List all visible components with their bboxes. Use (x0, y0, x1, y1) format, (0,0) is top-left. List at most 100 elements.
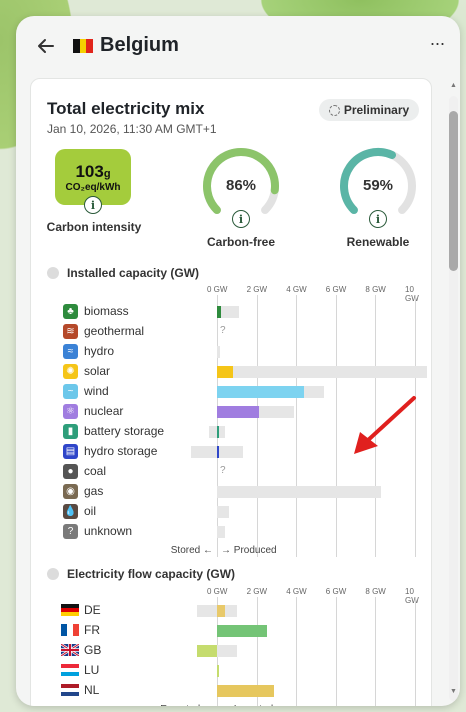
production-bar[interactable] (217, 426, 219, 438)
renewable-value: 59% (362, 177, 394, 194)
capacity-bar[interactable] (217, 486, 382, 498)
production-bar[interactable] (217, 366, 233, 378)
country-label: DE (84, 603, 101, 617)
unknown-icon: ? (63, 524, 78, 539)
flow-bar[interactable] (197, 645, 217, 657)
flag-lu-icon (61, 664, 79, 676)
grid-line (256, 295, 258, 557)
capacity-bar[interactable] (217, 366, 427, 378)
scroll-up-icon[interactable]: ▲ (450, 82, 457, 89)
source-label: biomass (84, 304, 129, 318)
tick-label: 0 GW (207, 285, 228, 294)
produced-legend: → Produced (221, 545, 277, 556)
tick-label: 10 GW (405, 587, 419, 605)
flow-capacity-title: Electricity flow capacity (GW) (67, 567, 236, 581)
exported-legend: Exported ← (141, 704, 213, 706)
capacity-bar[interactable] (217, 346, 220, 358)
zone-details-panel: Belgium ··· Total electricity mix Jan 10… (16, 16, 460, 706)
country-label: FR (84, 623, 100, 637)
grid-line (375, 597, 377, 706)
page-title: Belgium (100, 34, 179, 56)
carbon-free-value: 86% (225, 177, 257, 194)
unknown-value-marker: ? (220, 325, 226, 336)
biomass-icon: ♣ (63, 304, 78, 319)
country-label: NL (84, 683, 100, 697)
source-label: hydro storage (84, 444, 158, 458)
flow-bar[interactable] (217, 605, 225, 617)
tick-label: 4 GW (286, 587, 307, 596)
capacity-bar[interactable] (217, 526, 225, 538)
flag-be-icon (73, 39, 94, 53)
imported-legend: → Imported (221, 704, 273, 706)
installed-capacity-title: Installed capacity (GW) (67, 266, 200, 280)
wind-icon: ~ (63, 384, 78, 399)
source-label: coal (84, 464, 107, 478)
grid-line (296, 295, 298, 557)
arrow-left-icon[interactable] (36, 36, 56, 56)
flow-bar[interactable] (217, 665, 219, 677)
production-bar[interactable] (217, 306, 221, 318)
grid-line (335, 295, 337, 557)
flag-gb-icon (61, 644, 79, 656)
export-capacity-bar[interactable] (197, 605, 217, 617)
carbon-free-label: Carbon-free (206, 235, 275, 249)
flag-de-icon (61, 604, 79, 616)
installed-capacity-header[interactable]: Installed capacity (GW) (47, 266, 199, 280)
grid-line (296, 597, 298, 706)
scrollbar-thumb[interactable] (449, 111, 458, 271)
solar-icon: ✺ (63, 364, 78, 379)
carbon-intensity-label: Carbon intensity (46, 220, 142, 234)
preliminary-badge[interactable]: Preliminary (319, 99, 419, 121)
tick-label: 2 GW (246, 285, 268, 294)
source-label: battery storage (84, 424, 165, 438)
scroll-down-icon[interactable]: ▼ (450, 688, 457, 695)
panel-header: Belgium ··· (16, 16, 460, 78)
flow-bar[interactable] (217, 685, 275, 697)
production-bar[interactable] (217, 446, 219, 458)
production-bar[interactable] (217, 406, 259, 418)
info-icon[interactable]: i (84, 196, 102, 214)
flag-nl-icon (61, 684, 79, 696)
gas-icon: ◉ (63, 484, 78, 499)
flow-capacity-header[interactable]: Electricity flow capacity (GW) (47, 567, 235, 581)
source-label: oil (84, 504, 97, 518)
source-label: unknown (84, 524, 133, 538)
capacity-bar-stored[interactable] (191, 446, 217, 458)
capacity-bar[interactable] (217, 506, 229, 518)
nuclear-icon: ⚛ (63, 404, 78, 419)
toggle-icon (47, 568, 59, 580)
source-label: solar (84, 364, 111, 378)
preliminary-label: Preliminary (343, 103, 410, 117)
source-label: geothermal (84, 324, 145, 338)
tick-label: 10 GW (405, 285, 419, 303)
info-icon[interactable]: i (369, 210, 387, 228)
red-arrow-icon (354, 396, 416, 454)
source-label: gas (84, 484, 104, 498)
renewable-label: Renewable (346, 235, 410, 249)
source-label: wind (84, 384, 109, 398)
loading-ring-icon (328, 104, 340, 116)
geothermal-icon: ≋ (63, 324, 78, 339)
tick-label: 6 GW (325, 587, 347, 596)
flow-bar[interactable] (217, 625, 267, 637)
production-bar[interactable] (217, 386, 305, 398)
oil-icon: 💧 (63, 504, 78, 519)
hydro-icon: ≈ (63, 344, 78, 359)
mix-title: Total electricity mix (47, 99, 205, 118)
flag-fr-icon (61, 624, 79, 636)
info-icon[interactable]: i (232, 210, 250, 228)
unknown-value-marker: ? (220, 465, 226, 476)
hydro-storage-icon: ▤ (63, 444, 78, 459)
tick-label: 6 GW (325, 285, 347, 294)
coal-icon: ● (63, 464, 78, 479)
country-label: GB (84, 643, 102, 657)
import-capacity-bar[interactable] (217, 645, 237, 657)
capacity-bar-stored[interactable] (209, 426, 217, 438)
capacity-bar[interactable] (217, 446, 243, 458)
carbon-intensity-unit: CO₂eq/kWh (65, 181, 121, 193)
electricity-mix-card: Total electricity mix Jan 10, 2026, 11:3… (30, 78, 432, 706)
country-label: LU (84, 663, 100, 677)
tick-label: 8 GW (365, 587, 386, 596)
more-horizontal-icon[interactable]: ··· (428, 34, 446, 54)
tick-label: 2 GW (246, 587, 268, 596)
